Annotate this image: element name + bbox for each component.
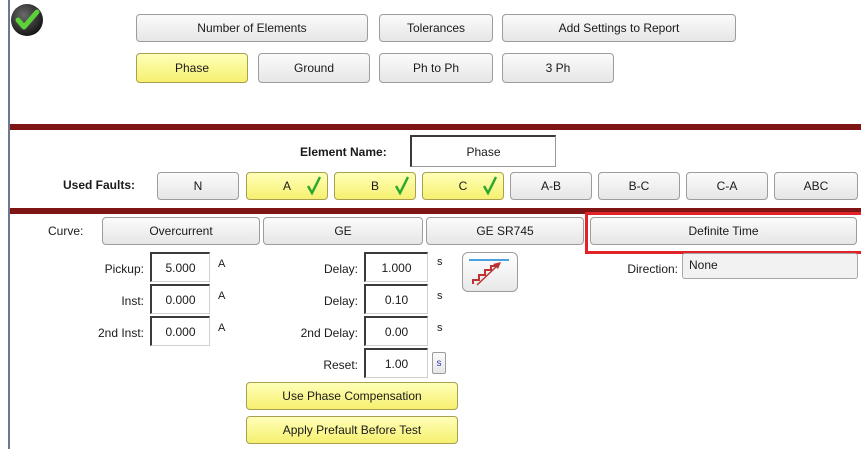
tab-ph-to-ph[interactable]: Ph to Ph	[379, 53, 493, 83]
curve-overcurrent-label: Overcurrent	[149, 224, 213, 238]
curve-manufacturer-button[interactable]: GE	[263, 217, 423, 245]
checkmark-icon	[483, 176, 497, 195]
delay2-value: 0.00	[384, 324, 409, 339]
fault-c-button[interactable]: C	[422, 172, 504, 200]
reset-value: 1.00	[384, 356, 409, 371]
use-phase-compensation-label: Use Phase Compensation	[282, 389, 422, 403]
inst2-label: 2nd Inst:	[97, 326, 144, 340]
apply-prefault-label: Apply Prefault Before Test	[282, 423, 422, 437]
pickup-value: 5.000	[165, 260, 196, 275]
tab-ground[interactable]: Ground	[258, 53, 370, 83]
fault-b-label: B	[370, 179, 379, 193]
tolerances-button[interactable]: Tolerances	[379, 14, 493, 42]
staircase-curve-icon	[469, 259, 509, 286]
reset-unit-label: s	[436, 357, 442, 369]
inst-delay-field[interactable]: 0.10	[364, 284, 428, 314]
use-phase-compensation-button[interactable]: Use Phase Compensation	[246, 382, 458, 410]
delay-label: Delay:	[323, 262, 358, 276]
tolerances-label: Tolerances	[406, 21, 466, 35]
reset-label: Reset:	[323, 358, 358, 372]
fault-abc-label: ABC	[803, 179, 829, 193]
fault-a-b-button[interactable]: A-B	[510, 172, 592, 200]
reset-field[interactable]: 1.00	[364, 348, 428, 378]
inst-delay-unit: s	[437, 290, 443, 302]
number-of-elements-label: Number of Elements	[197, 21, 307, 35]
inst2-field[interactable]: 0.000	[150, 316, 210, 346]
fault-n-button[interactable]: N	[157, 172, 239, 200]
checkmark-icon	[307, 176, 321, 195]
used-faults-label: Used Faults:	[63, 178, 136, 192]
curve-chart-button[interactable]	[462, 252, 518, 292]
add-settings-to-report-button[interactable]: Add Settings to Report	[502, 14, 736, 42]
reset-unit-button[interactable]: s	[432, 352, 446, 374]
fault-b-c-label: B-C	[628, 179, 650, 193]
fault-c-a-button[interactable]: C-A	[686, 172, 768, 200]
delay-unit: s	[437, 256, 443, 268]
window-left-border	[8, 0, 10, 449]
fault-a-b-label: A-B	[540, 179, 561, 193]
direction-select[interactable]: None	[682, 253, 858, 279]
tab-phase-label: Phase	[174, 61, 210, 75]
delay2-field[interactable]: 0.00	[364, 316, 428, 346]
status-check-icon	[10, 3, 44, 37]
fault-a-button[interactable]: A	[246, 172, 328, 200]
element-name-field[interactable]: Phase	[410, 135, 556, 167]
tab-phase[interactable]: Phase	[136, 53, 248, 83]
section-divider-top	[10, 124, 861, 130]
delay-field[interactable]: 1.000	[364, 252, 428, 282]
number-of-elements-button[interactable]: Number of Elements	[136, 14, 368, 42]
pickup-label: Pickup:	[104, 262, 144, 276]
fault-abc-button[interactable]: ABC	[774, 172, 858, 200]
fault-b-c-button[interactable]: B-C	[598, 172, 680, 200]
inst-delay-label: Delay:	[323, 294, 358, 308]
curve-model-button[interactable]: GE SR745	[426, 217, 584, 245]
fault-a-label: A	[282, 179, 291, 193]
curve-manufacturer-label: GE	[334, 224, 352, 238]
tab-ground-label: Ground	[293, 61, 335, 75]
element-name-value: Phase	[466, 144, 501, 159]
curve-model-label: GE SR745	[476, 224, 534, 238]
fault-n-label: N	[193, 179, 203, 193]
inst-value: 0.000	[165, 292, 196, 307]
fault-c-a-label: C-A	[716, 179, 738, 193]
direction-label: Direction:	[627, 262, 678, 276]
add-settings-to-report-label: Add Settings to Report	[558, 21, 680, 35]
pickup-field[interactable]: 5.000	[150, 252, 210, 282]
inst-delay-value: 0.10	[384, 292, 409, 307]
checkmark-icon	[395, 176, 409, 195]
inst2-unit: A	[218, 322, 226, 334]
fault-b-button[interactable]: B	[334, 172, 416, 200]
direction-value: None	[689, 258, 718, 272]
inst2-value: 0.000	[165, 324, 196, 339]
tab-3-ph-label: 3 Ph	[545, 61, 571, 75]
curve-overcurrent-button[interactable]: Overcurrent	[102, 217, 260, 245]
delay-value: 1.000	[381, 260, 412, 275]
inst-unit: A	[218, 290, 226, 302]
pickup-unit: A	[218, 258, 226, 270]
apply-prefault-button[interactable]: Apply Prefault Before Test	[246, 416, 458, 444]
curve-label: Curve:	[48, 224, 84, 238]
fault-c-label: C	[458, 179, 468, 193]
element-name-label: Element Name:	[300, 145, 387, 159]
tab-3-ph[interactable]: 3 Ph	[502, 53, 614, 83]
delay2-label: 2nd Delay:	[300, 326, 358, 340]
inst-label: Inst:	[121, 294, 144, 308]
delay2-unit: s	[437, 322, 443, 334]
tab-ph-to-ph-label: Ph to Ph	[412, 61, 460, 75]
highlight-box	[585, 212, 861, 254]
inst-field[interactable]: 0.000	[150, 284, 210, 314]
